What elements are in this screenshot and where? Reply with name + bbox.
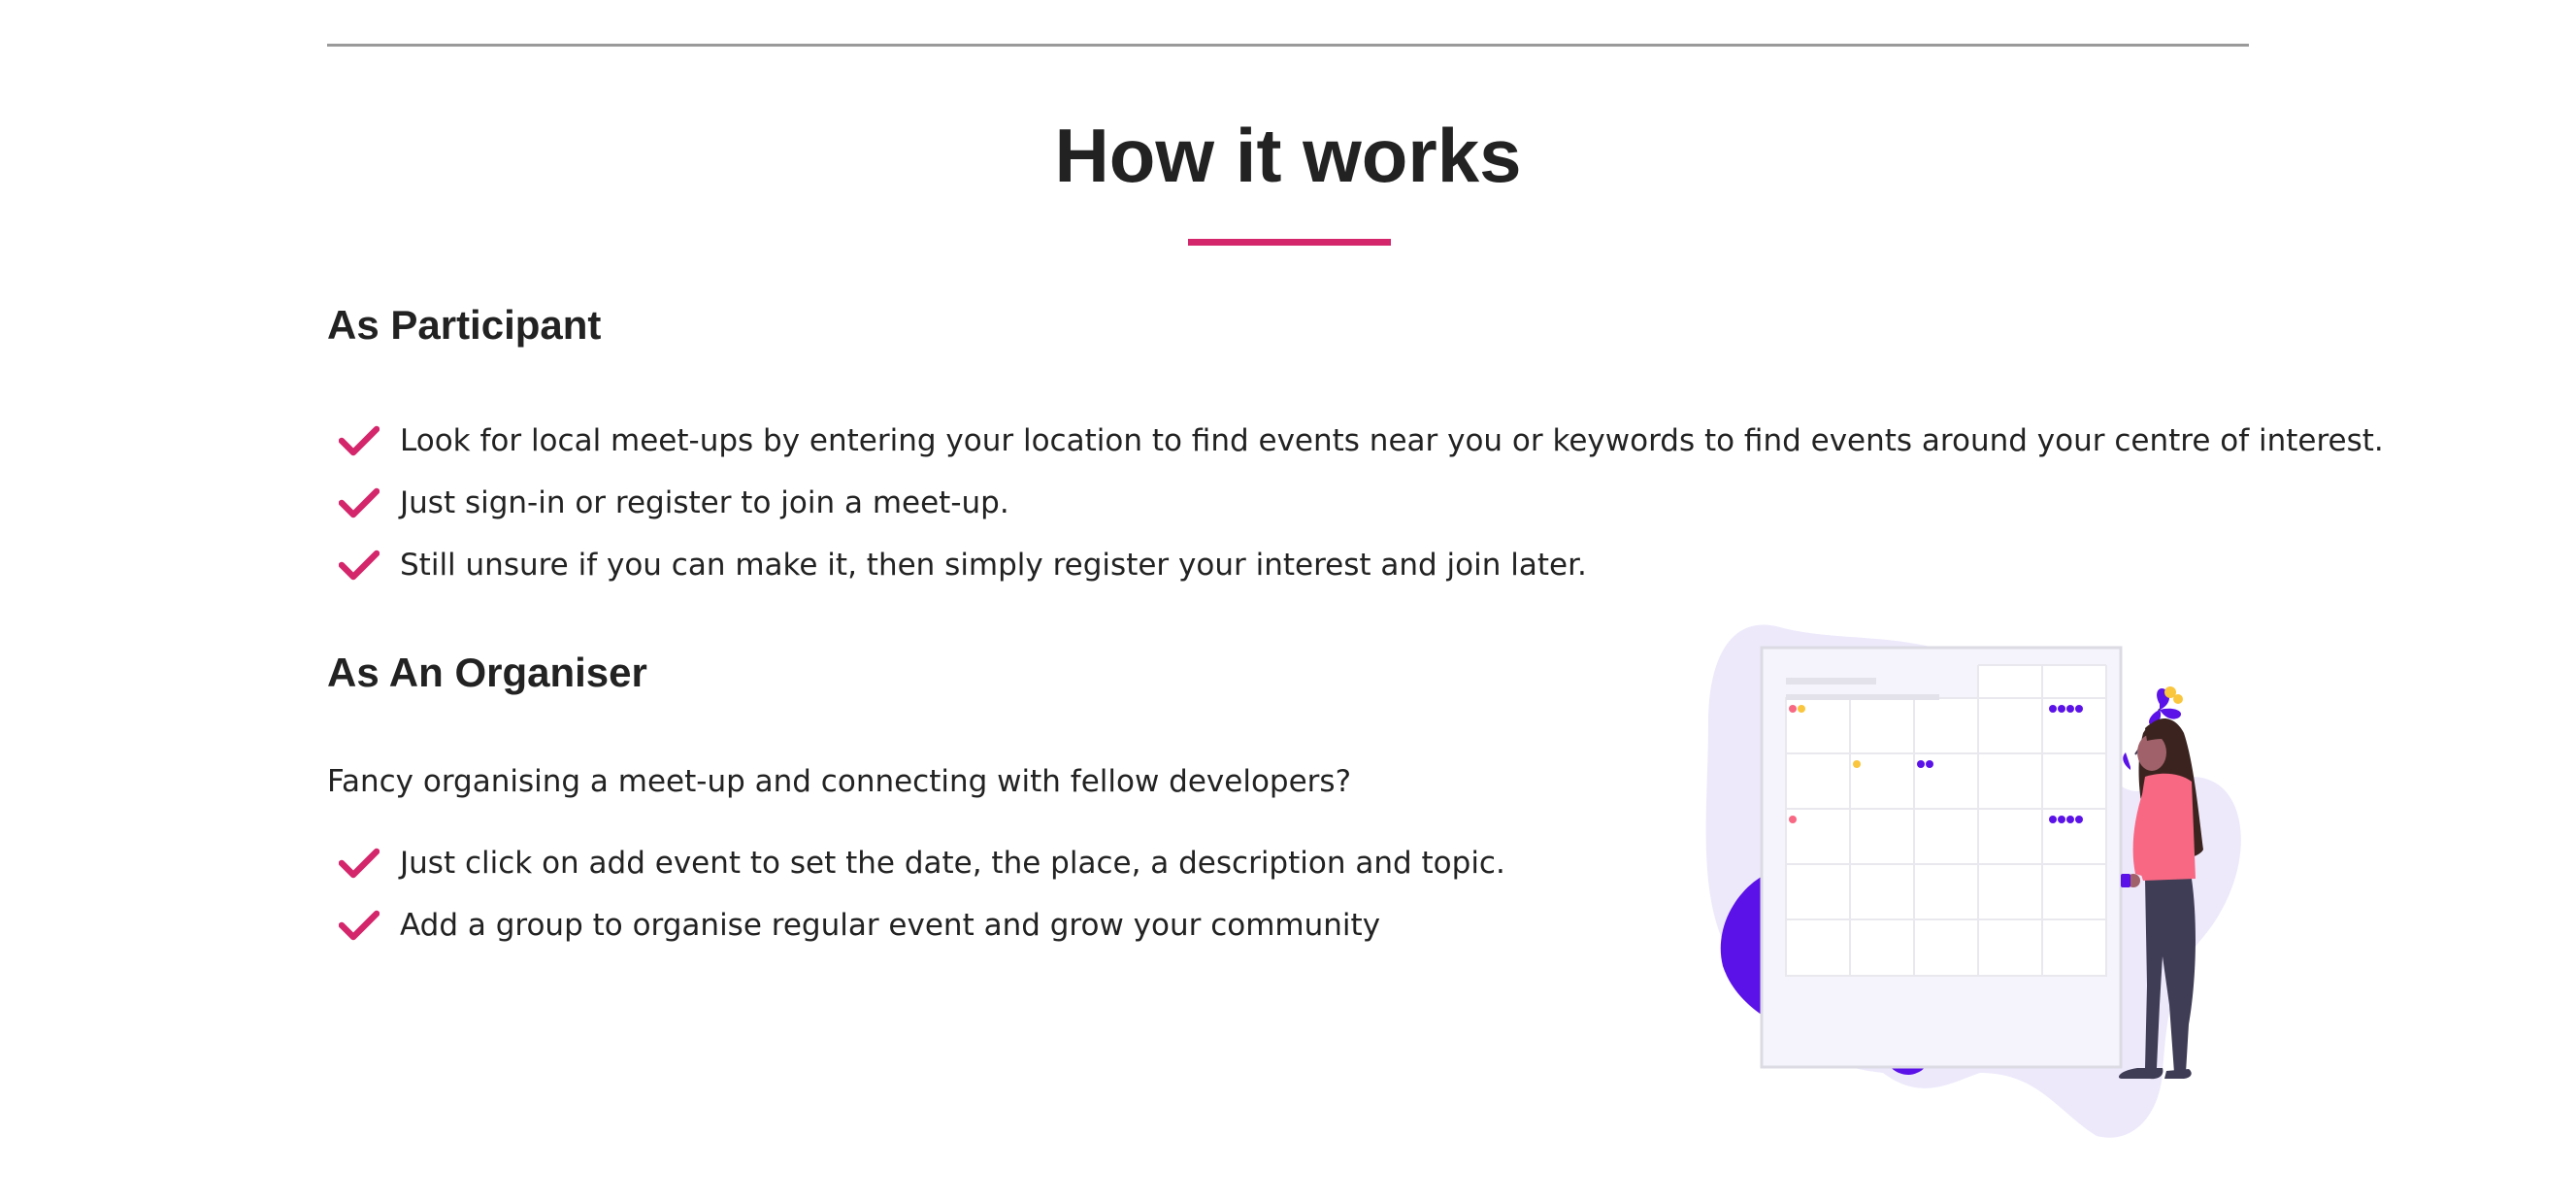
calendar-illustration — [1705, 624, 2241, 1138]
check-icon — [339, 909, 380, 942]
list-item: Look for local meet-ups by entering your… — [327, 410, 2384, 472]
list-item: Still unsure if you can make it, then si… — [327, 534, 2229, 596]
participant-checklist: Look for local meet-ups by entering your… — [327, 410, 2384, 596]
list-item-text: Still unsure if you can make it, then si… — [400, 548, 1587, 583]
list-item-text: Add a group to organise regular event an… — [400, 908, 1381, 943]
check-icon — [339, 424, 380, 457]
participant-heading: As Participant — [327, 302, 602, 348]
check-icon — [339, 486, 380, 519]
check-icon — [339, 549, 380, 582]
list-item-text: Just sign-in or register to join a meet-… — [400, 485, 1009, 520]
title-underline — [1188, 239, 1391, 246]
check-icon — [339, 847, 380, 880]
list-item-text: Just click on add event to set the date,… — [400, 846, 1505, 881]
section-title: How it works — [1054, 113, 1522, 198]
organiser-intro: Fancy organising a meet-up and connectin… — [327, 764, 1352, 799]
top-divider — [327, 44, 2249, 47]
organiser-heading: As An Organiser — [327, 650, 647, 695]
list-item: Just sign-in or register to join a meet-… — [327, 472, 2229, 534]
list-item-text: Look for local meet-ups by entering your… — [400, 423, 2384, 458]
